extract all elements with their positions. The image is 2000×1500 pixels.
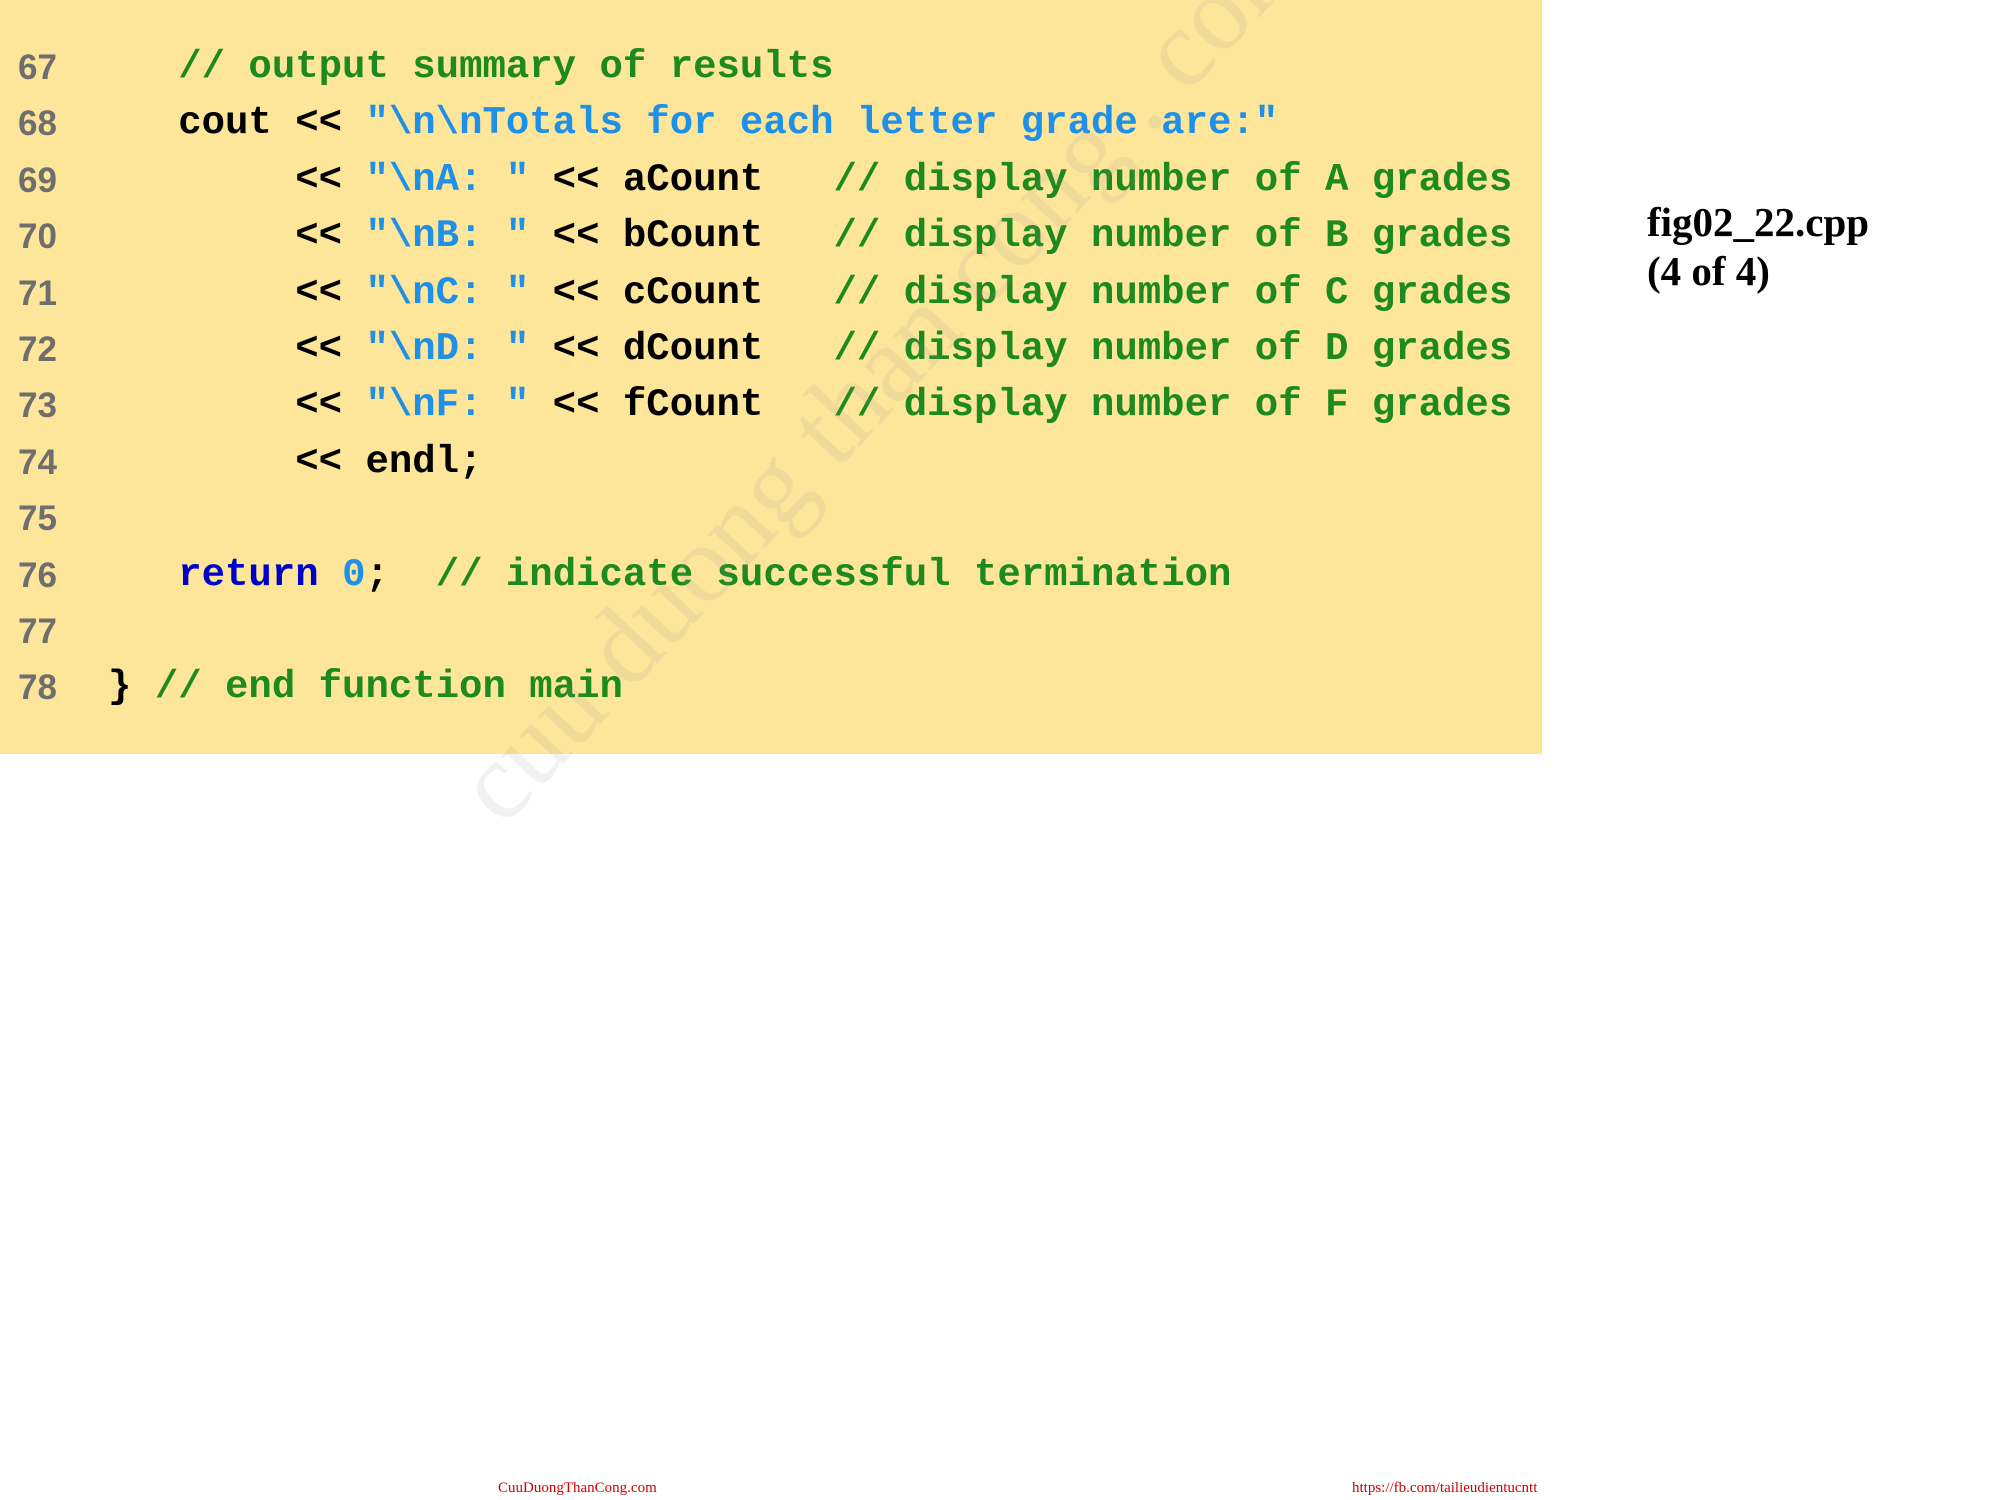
- line-number: 71: [18, 274, 57, 313]
- string-literal: "\nD: ": [365, 327, 530, 371]
- figure-filename: fig02_22.cpp: [1647, 199, 1870, 245]
- line-number: 78: [18, 668, 57, 707]
- code-comment: // output summary of results: [178, 45, 834, 89]
- line-number: 70: [18, 217, 57, 256]
- string-literal: "\nB: ": [365, 214, 530, 258]
- figure-page-indicator: (4 of 4): [1647, 248, 1770, 295]
- line-number: 68: [18, 104, 57, 143]
- line-number: 69: [18, 161, 57, 200]
- code-text: << aCount: [529, 158, 834, 202]
- code-line: << "\nD: " << dCount // display number o…: [108, 330, 1512, 369]
- code-text: }: [108, 665, 155, 709]
- string-literal: "\nF: ": [365, 383, 530, 427]
- code-comment: // display number of A grades: [833, 158, 1513, 202]
- line-number: 67: [18, 48, 57, 87]
- line-number: 73: [18, 386, 57, 425]
- code-line: << "\nF: " << fCount // display number o…: [108, 386, 1512, 425]
- line-number: 77: [18, 612, 57, 651]
- code-text: <<: [295, 214, 366, 258]
- code-text: cout <<: [178, 101, 366, 145]
- string-literal: "\nC: ": [365, 271, 530, 315]
- code-line: // output summary of results: [108, 45, 834, 89]
- keyword: return: [178, 553, 319, 597]
- code-line: << "\nB: " << bCount // display number o…: [108, 217, 1512, 256]
- code-text: << endl;: [295, 440, 483, 484]
- code-text: << bCount: [529, 214, 834, 258]
- code-line: << "\nC: " << cCount // display number o…: [108, 274, 1512, 313]
- code-line: << endl;: [108, 443, 482, 482]
- code-text: << dCount: [529, 327, 834, 371]
- code-text: <<: [295, 158, 366, 202]
- code-line: return 0; // indicate successful termina…: [108, 556, 1231, 595]
- line-number: 75: [18, 499, 57, 538]
- code-comment: // display number of C grades: [833, 271, 1513, 315]
- code-text: <<: [295, 383, 366, 427]
- figure-caption: fig02_22.cpp (4 of 4): [1647, 198, 1869, 296]
- code-comment: // end function main: [154, 665, 623, 709]
- code-line: << "\nA: " << aCount // display number o…: [108, 161, 1512, 200]
- line-number: 72: [18, 330, 57, 369]
- code-line: } // end function main: [108, 668, 623, 707]
- footer-left-link[interactable]: CuuDuongThanCong.com: [498, 1480, 657, 1497]
- code-text: <<: [295, 327, 366, 371]
- code-text: << cCount: [529, 271, 834, 315]
- code-comment: // display number of B grades: [833, 214, 1513, 258]
- number-literal: 0: [342, 553, 366, 597]
- footer-right-link[interactable]: https://fb.com/tailieudientucntt: [1352, 1480, 1537, 1497]
- code-comment: // indicate successful termination: [435, 553, 1232, 597]
- line-number: 74: [18, 443, 57, 482]
- code-comment: // display number of F grades: [833, 383, 1513, 427]
- string-literal: "\n\nTotals for each letter grade are:": [365, 101, 1279, 145]
- line-number: 76: [18, 556, 57, 595]
- code-text: <<: [295, 271, 366, 315]
- code-text: << fCount: [529, 383, 834, 427]
- string-literal: "\nA: ": [365, 158, 530, 202]
- code-line: cout << "\n\nTotals for each letter grad…: [108, 104, 1278, 143]
- code-comment: // display number of D grades: [833, 327, 1513, 371]
- code-text: ;: [365, 553, 436, 597]
